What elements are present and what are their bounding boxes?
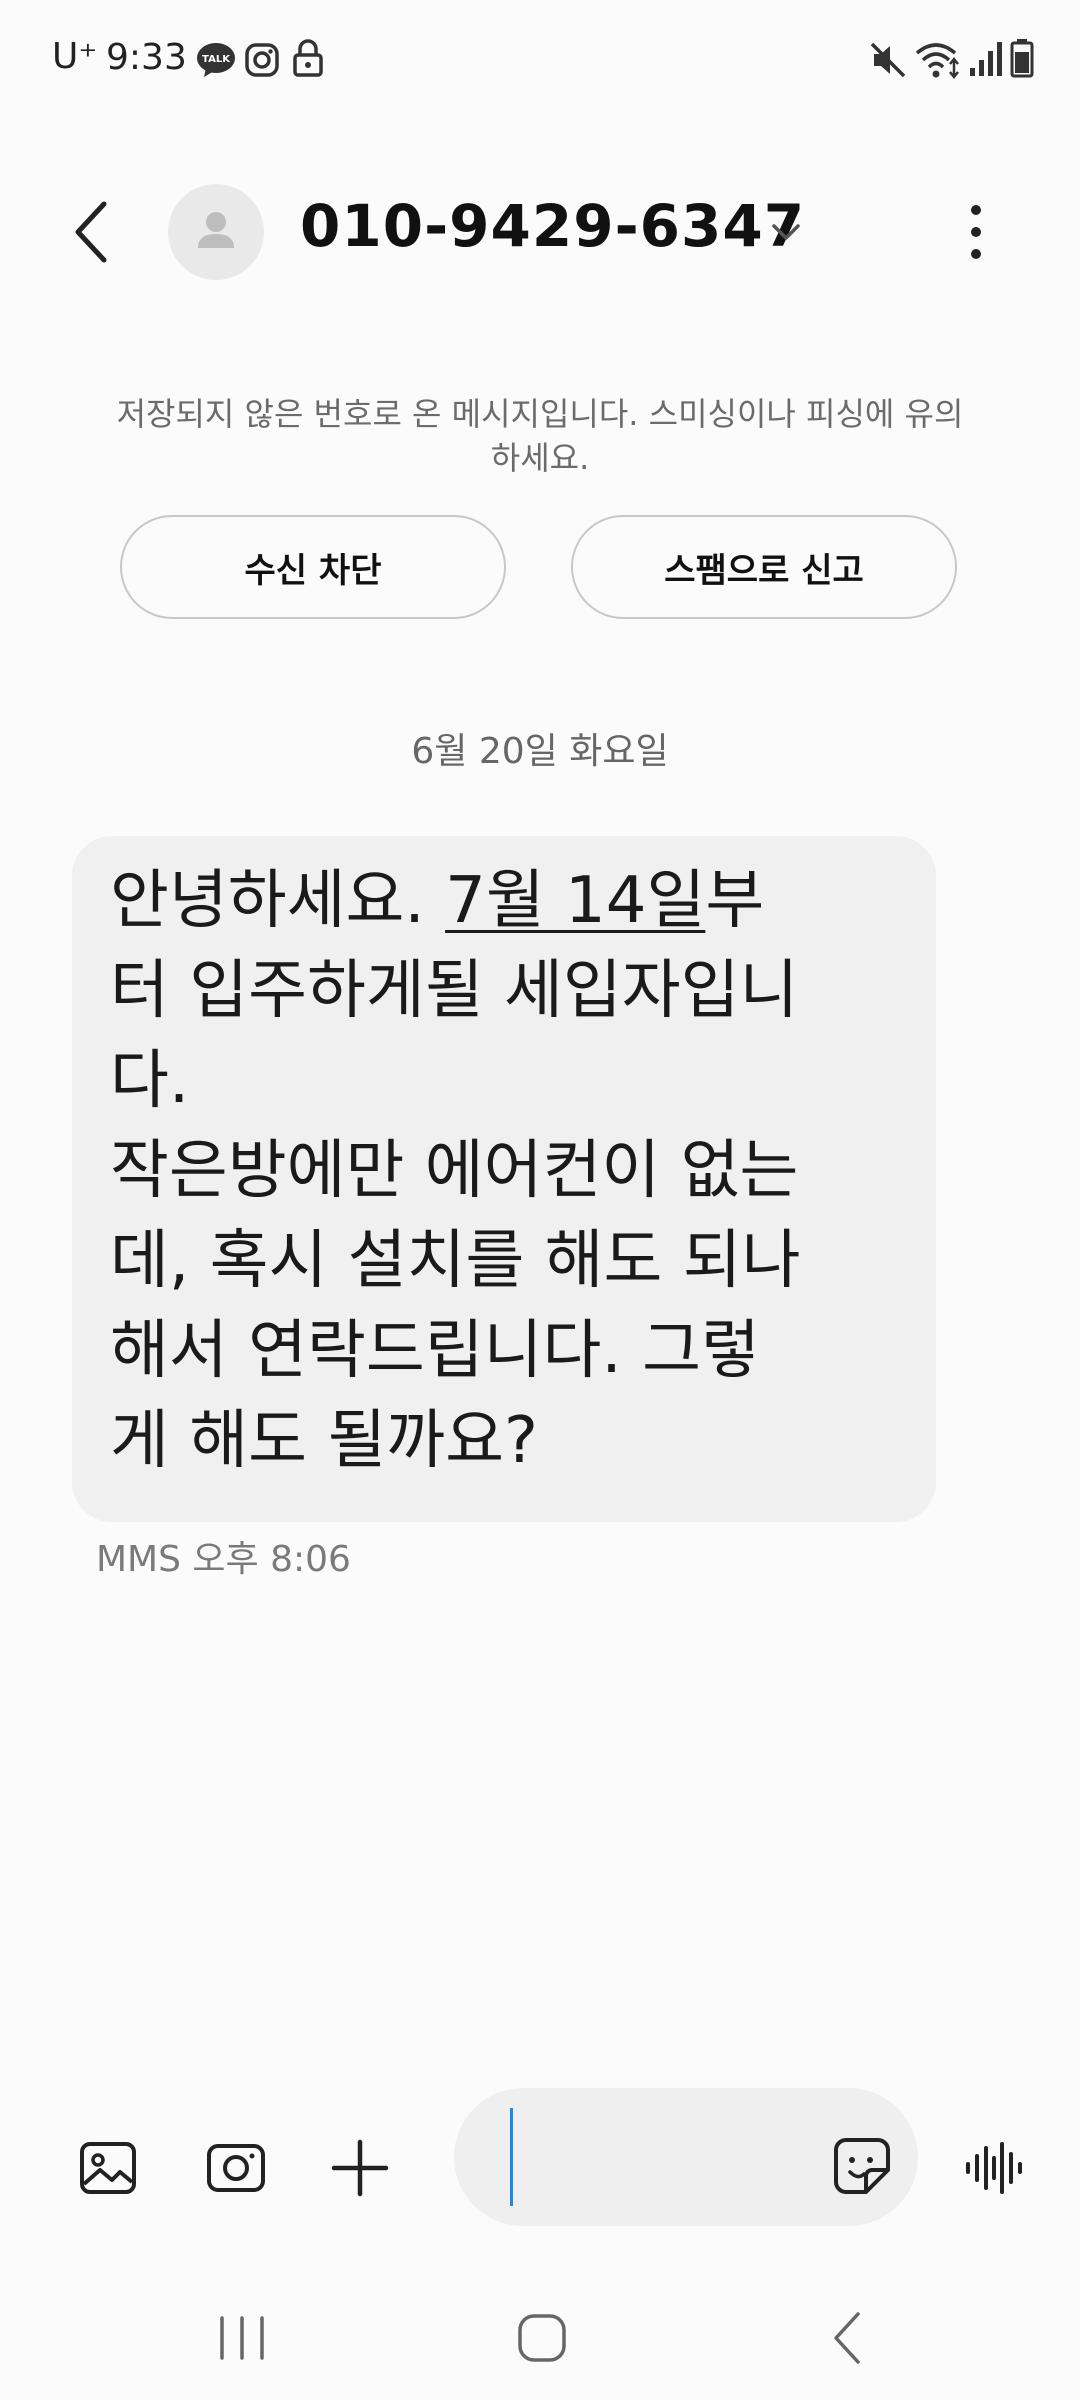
home-icon[interactable]	[510, 2306, 574, 2370]
plus-icon[interactable]	[328, 2136, 392, 2200]
avatar[interactable]	[168, 184, 264, 280]
signal-icon	[970, 42, 1002, 76]
message-line: 작은방에만 에어컨이 없는	[110, 1134, 799, 1208]
date-separator: 6월 20일 화요일	[411, 731, 669, 772]
date-link[interactable]: 7월 14일	[445, 864, 705, 938]
mute-icon	[870, 42, 906, 78]
recent-apps-icon[interactable]	[210, 2306, 274, 2370]
instagram-icon	[245, 43, 279, 77]
message-line: 안녕하세요. 7월 14일부	[110, 856, 906, 946]
message-bubble[interactable]: 안녕하세요. 7월 14일부 터 입주하게될 세입자입니 다. 작은방에만 에어…	[72, 836, 936, 1522]
back-button[interactable]	[66, 196, 126, 268]
status-bar: U⁺ 9:33 TALK	[0, 0, 1080, 120]
lock-icon	[293, 39, 323, 77]
message-text: 부	[705, 864, 765, 938]
message-line: 터 입주하게될 세입자입니	[110, 954, 799, 1028]
carrier-label: U⁺	[52, 36, 98, 77]
kakaotalk-icon: TALK	[197, 43, 235, 77]
more-options-icon[interactable]	[954, 196, 998, 268]
contact-number[interactable]: 010-9429-6347	[300, 192, 805, 260]
person-icon	[198, 212, 234, 248]
back-nav-icon[interactable]	[816, 2306, 880, 2370]
message-line: 게 해도 될까요?	[110, 1404, 538, 1478]
message-line: 해서 연락드립니다. 그렇	[110, 1314, 760, 1388]
message-text: 안녕하세요.	[110, 864, 446, 938]
block-button[interactable]: 수신 차단	[120, 515, 506, 619]
svg-text:TALK: TALK	[202, 54, 231, 65]
camera-icon[interactable]	[204, 2136, 268, 2200]
wifi-icon	[915, 43, 959, 80]
status-time: 9:33	[106, 37, 187, 78]
message-timestamp: MMS 오후 8:06	[96, 1539, 351, 1580]
battery-icon	[1010, 39, 1034, 78]
message-line: 다.	[110, 1044, 190, 1118]
gallery-icon[interactable]	[76, 2136, 140, 2200]
report-spam-button[interactable]: 스팸으로 신고	[571, 515, 957, 619]
message-line: 데, 혹시 설치를 해도 되나	[110, 1224, 801, 1298]
unsaved-number-warning: 저장되지 않은 번호로 온 메시지입니다. 스미싱이나 피싱에 유의하세요.	[116, 395, 964, 477]
text-cursor	[510, 2108, 513, 2206]
voice-wave-icon[interactable]	[962, 2136, 1026, 2200]
sticker-icon[interactable]	[832, 2136, 892, 2196]
chevron-down-icon[interactable]	[762, 208, 810, 256]
